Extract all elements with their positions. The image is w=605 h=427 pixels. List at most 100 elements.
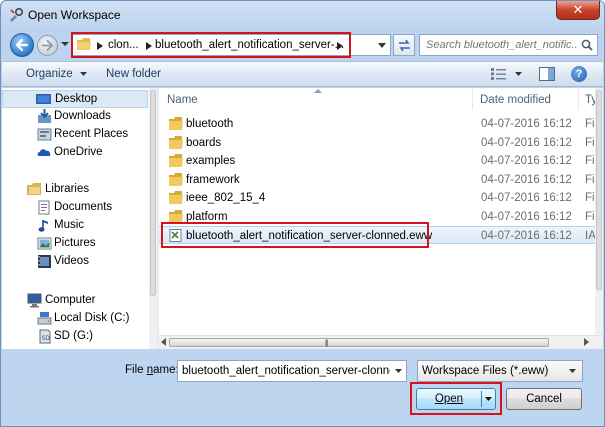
file-name-label-part: ame: (153, 364, 179, 376)
computer-icon (27, 293, 42, 308)
scrollbar-grip-icon: ||| (325, 340, 329, 347)
help-icon[interactable]: ? (571, 66, 587, 82)
date-modified: 04-07-2016 16:12 (481, 118, 572, 130)
folder-icon (169, 209, 183, 223)
nav-item-videos[interactable]: Videos (2, 253, 148, 271)
videos-icon (38, 255, 51, 268)
forward-button[interactable] (37, 35, 58, 56)
nav-label: Downloads (54, 110, 111, 122)
sd-card-icon: SD (39, 329, 51, 344)
local-disk-icon (37, 312, 52, 325)
folder-row[interactable]: examples 04-07-2016 16:12 Fil (159, 152, 603, 170)
workspace-app-icon (10, 7, 24, 22)
file-name: examples (186, 155, 236, 167)
scroll-left-arrow-icon[interactable] (161, 338, 166, 346)
date-modified: 04-07-2016 16:12 (481, 136, 572, 149)
recent-places-icon (37, 128, 52, 141)
pictures-icon (37, 237, 52, 250)
onedrive-icon (37, 149, 51, 156)
search-box[interactable] (419, 34, 598, 56)
navigation-pane: Desktop Downloads Recent Places OneDrive… (2, 88, 149, 349)
desktop-icon (36, 94, 51, 104)
file-list-vertical-scrollbar[interactable] (595, 88, 603, 335)
view-options-chevron-down-icon[interactable] (515, 72, 522, 76)
nav-item-libraries[interactable]: Libraries (2, 181, 148, 199)
window-title: Open Workspace (28, 8, 121, 22)
file-name-input[interactable] (178, 361, 390, 381)
nav-label: OneDrive (54, 146, 103, 158)
nav-label: SD (G:) (54, 330, 93, 342)
refresh-icon (399, 39, 410, 52)
file-type-select[interactable]: Workspace Files (*.eww) (417, 360, 583, 382)
command-toolbar: Organize New folder ? (2, 61, 603, 87)
folder-row[interactable]: ieee_802_15_4 04-07-2016 16:12 Fil (159, 189, 603, 207)
file-name-label: File name: (125, 364, 179, 376)
nav-item-downloads[interactable]: Downloads (2, 108, 148, 126)
folder-icon (169, 117, 183, 130)
nav-label: Computer (45, 294, 96, 306)
arrow-left-icon (15, 38, 29, 52)
address-highlight-box (71, 32, 351, 58)
back-button[interactable] (10, 33, 34, 57)
nav-label: Documents (54, 201, 113, 213)
file-name-label-part: File (125, 364, 147, 376)
date-modified: 04-07-2016 16:12 (481, 192, 572, 204)
folder-icon (169, 172, 183, 186)
nav-item-computer[interactable]: Computer (2, 292, 148, 310)
nav-item-local-disk[interactable]: Local Disk (C:) (2, 310, 148, 328)
folder-row[interactable]: boards 04-07-2016 16:12 Fil (159, 134, 603, 152)
chevron-down-icon[interactable] (395, 369, 402, 373)
nav-item-desktop[interactable]: Desktop (2, 90, 148, 108)
file-name-combobox[interactable] (177, 360, 407, 382)
file-name: boards (186, 136, 222, 149)
new-folder-button[interactable]: New folder (106, 68, 161, 80)
search-input[interactable] (420, 35, 578, 55)
folder-row[interactable]: bluetooth 04-07-2016 16:12 Fil (159, 115, 603, 133)
file-list-horizontal-scrollbar[interactable]: ||| (159, 335, 603, 349)
sort-ascending-icon (314, 89, 322, 93)
change-view-icon[interactable] (491, 68, 507, 80)
folder-row[interactable]: framework 04-07-2016 16:12 Fil (159, 171, 603, 189)
svg-text:SD: SD (42, 335, 51, 342)
file-name: framework (186, 173, 240, 186)
nav-label: Local Disk (C:) (54, 312, 130, 324)
file-highlight-box (161, 222, 429, 248)
folder-icon (169, 191, 183, 204)
address-history-chevron-down-icon[interactable] (378, 43, 386, 48)
nav-label: Recent Places (54, 128, 129, 140)
nav-item-recent-places[interactable]: Recent Places (2, 126, 148, 144)
search-icon[interactable] (581, 39, 593, 51)
folder-icon (169, 135, 183, 149)
nav-item-pictures[interactable]: Pictures (2, 235, 148, 253)
downloads-icon (38, 109, 51, 123)
organize-label: Organize (26, 68, 73, 80)
preview-pane-icon[interactable] (539, 67, 555, 81)
navigation-scrollbar[interactable] (149, 88, 157, 349)
scrollbar-thumb[interactable]: ||| (169, 338, 549, 347)
nav-label: Music (54, 219, 85, 231)
file-name: ieee_802_15_4 (186, 192, 266, 204)
file-name: bluetooth (186, 118, 234, 130)
cancel-button[interactable]: Cancel (506, 388, 582, 410)
chevron-down-icon (79, 71, 87, 76)
nav-item-music[interactable]: Music (2, 217, 148, 235)
scrollbar-thumb[interactable] (596, 90, 602, 290)
cancel-button-label: Cancel (526, 393, 562, 405)
column-label: Date modified (480, 94, 551, 106)
nav-label: Desktop (55, 93, 98, 105)
close-button[interactable]: ✕ (556, 1, 600, 20)
recent-locations-chevron-down-icon[interactable] (61, 40, 69, 48)
refresh-button[interactable] (393, 34, 415, 56)
libraries-icon (27, 183, 41, 195)
scrollbar-thumb[interactable] (150, 90, 156, 296)
nav-item-documents[interactable]: Documents (2, 199, 148, 217)
nav-item-onedrive[interactable]: OneDrive (2, 144, 148, 162)
nav-label: Videos (54, 255, 89, 267)
scroll-right-arrow-icon[interactable] (584, 338, 589, 346)
nav-item-sd-card[interactable]: SD SD (G:) (2, 328, 148, 346)
documents-icon (38, 200, 50, 215)
nav-label: Libraries (45, 183, 90, 195)
open-highlight-box (410, 382, 502, 415)
column-header-date-modified[interactable]: Date modified (473, 88, 578, 110)
organize-menu[interactable]: Organize (26, 68, 87, 80)
